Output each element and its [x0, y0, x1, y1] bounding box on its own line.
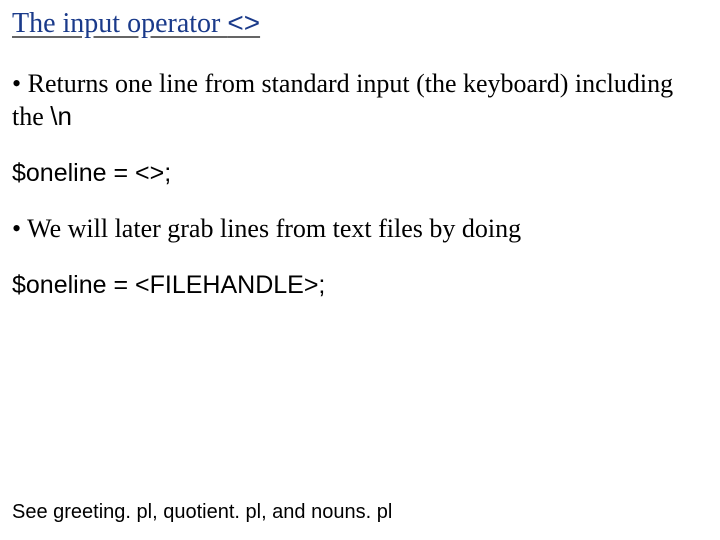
footer-note: See greeting. pl, quotient. pl, and noun…	[12, 501, 392, 524]
slide-body: • Returns one line from standard input (…	[12, 68, 708, 301]
title-text: The input operator	[12, 8, 227, 39]
title-operator: <>	[227, 7, 260, 38]
bullet-2-text: We will later grab lines from text files…	[27, 214, 521, 243]
bullet-1-text: Returns one line from standard input (th…	[12, 69, 673, 132]
slide: The input operator <> • Returns one line…	[0, 0, 720, 540]
bullet-2: • We will later grab lines from text fil…	[12, 213, 708, 246]
bullet-1-prefix: •	[12, 69, 28, 98]
code-line-1: $oneline = <>;	[12, 158, 708, 189]
bullet-2-prefix: •	[12, 214, 27, 243]
bullet-1: • Returns one line from standard input (…	[12, 68, 708, 134]
bullet-1-code: \n	[50, 101, 72, 131]
code-line-2: $oneline = <FILEHANDLE>;	[12, 270, 708, 301]
slide-title: The input operator <>	[12, 8, 708, 40]
